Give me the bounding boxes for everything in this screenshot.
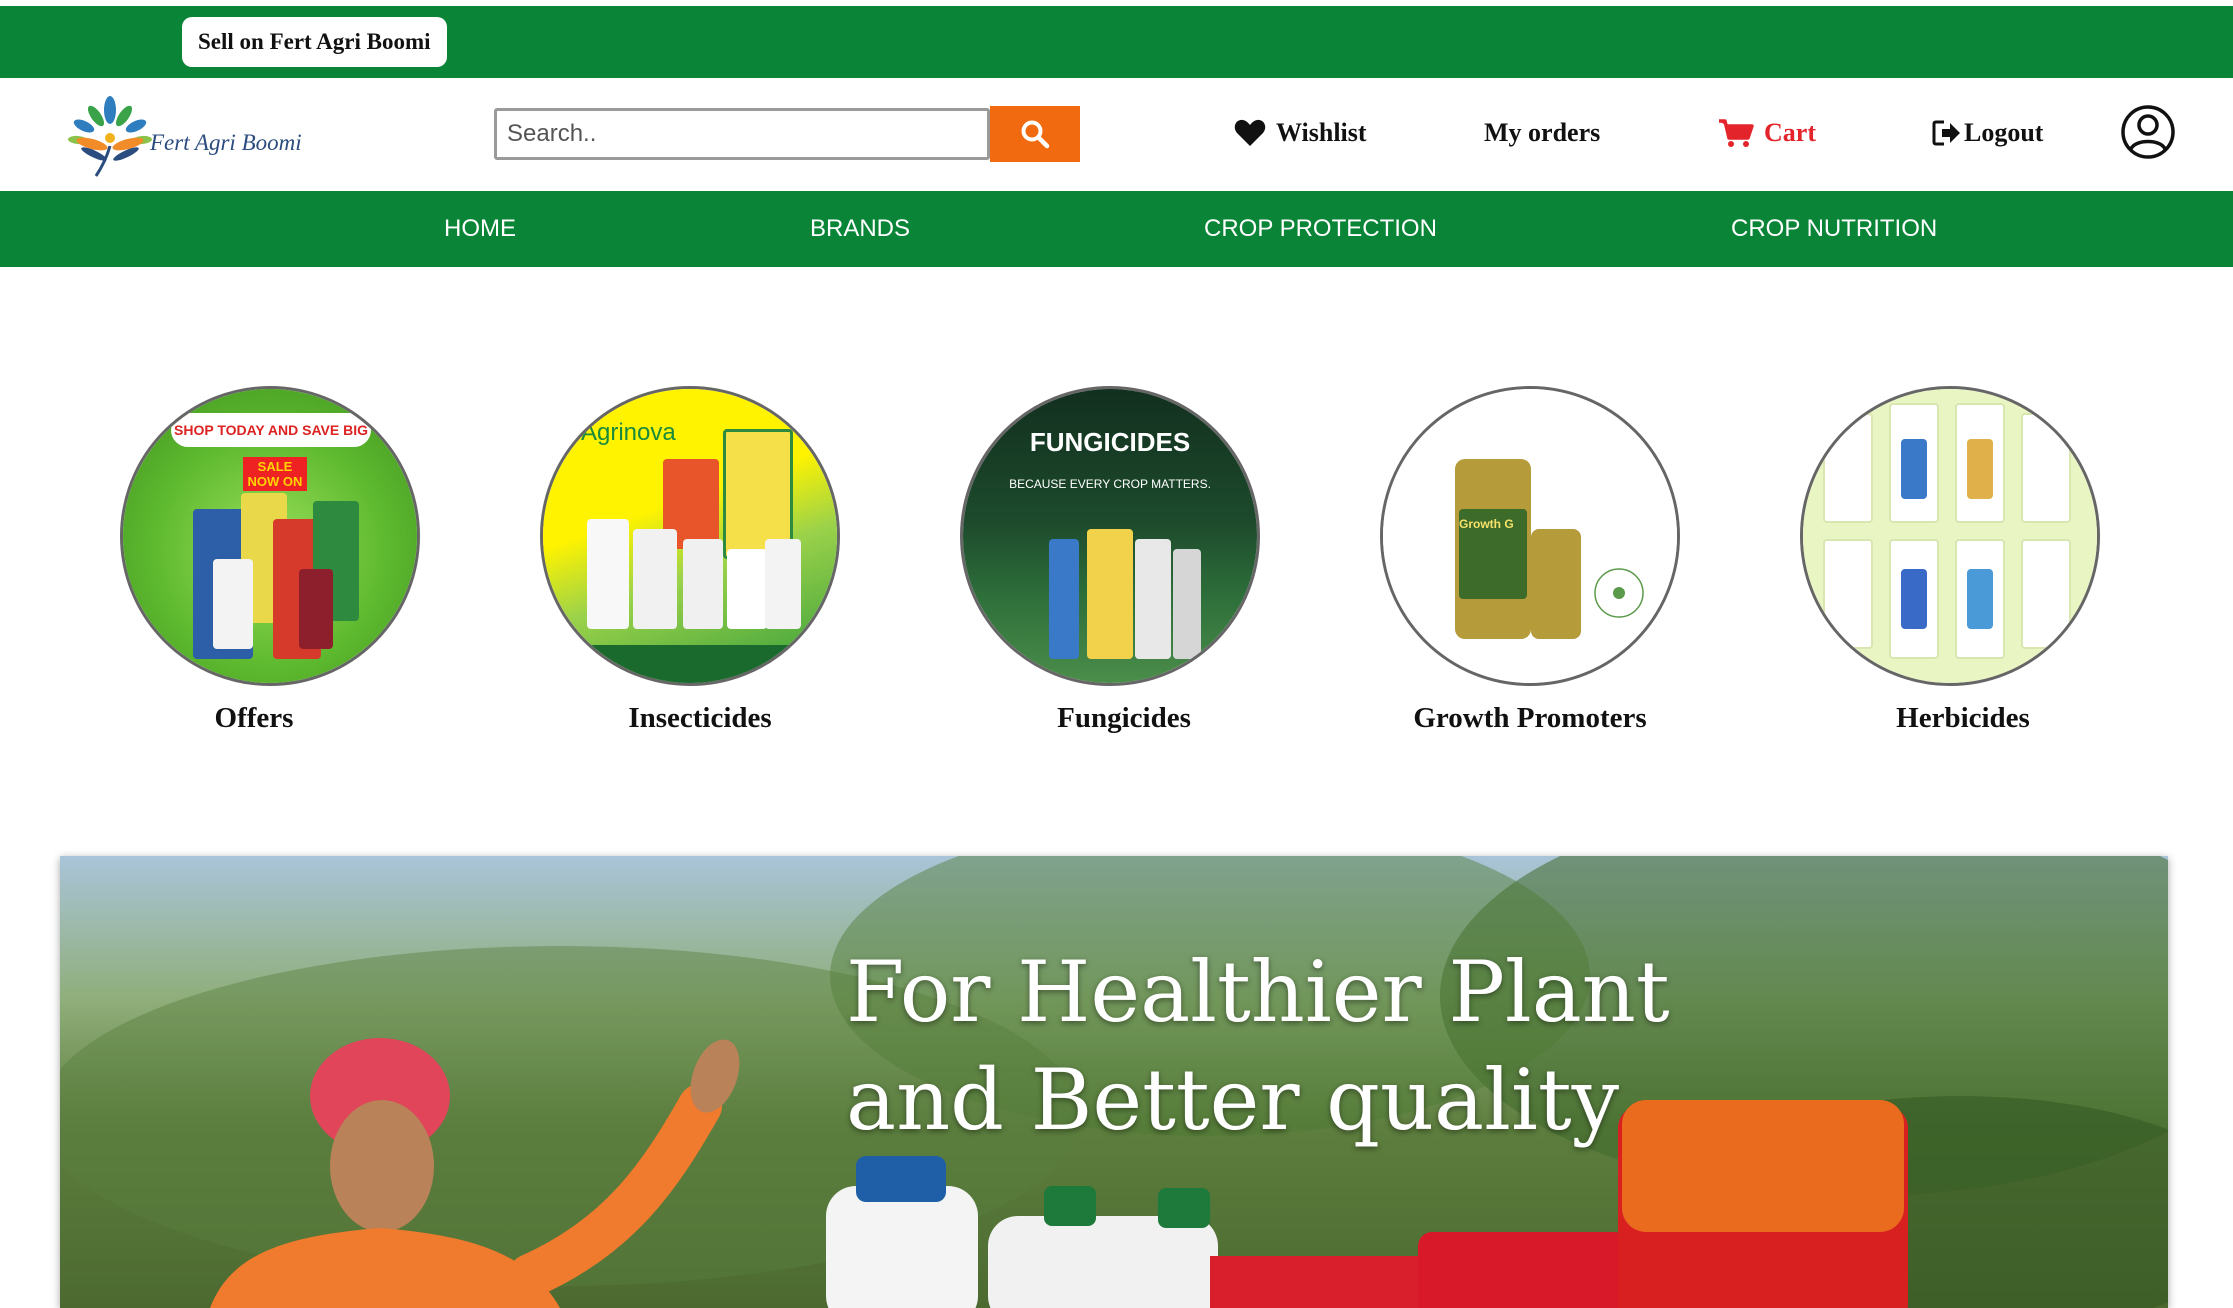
category-label: Offers xyxy=(214,702,294,734)
sale-tag: SALE NOW ON xyxy=(243,457,307,491)
leaf-logo-icon xyxy=(68,96,152,177)
search-bar xyxy=(494,106,1080,162)
site-logo[interactable]: Fert Agri Boomi xyxy=(64,92,354,180)
growth-product-text: Growth G xyxy=(1459,517,1514,531)
insecticides-brand-text: Agrinova xyxy=(581,419,676,446)
search-icon xyxy=(1021,120,1050,149)
fungicides-image: FUNGICIDES BECAUSE EVERY CROP MATTERS. xyxy=(960,386,1260,686)
sign-out-icon xyxy=(1932,120,1960,146)
site-header: Fert Agri Boomi Wishlist My orders xyxy=(0,78,2233,191)
fungicides-subheading: BECAUSE EVERY CROP MATTERS. xyxy=(1009,477,1211,491)
sell-on-platform-button[interactable]: Sell on Fert Agri Boomi xyxy=(182,17,447,67)
agronica-emblem-icon xyxy=(1594,568,1644,618)
category-herbicides[interactable]: Herbicides xyxy=(1800,386,2100,734)
seller-bar: Sell on Fert Agri Boomi xyxy=(0,6,2233,78)
nav-crop-nutrition[interactable]: CROP NUTRITION xyxy=(1731,191,1937,267)
hero-line-2: and Better quality xyxy=(846,1051,1620,1149)
cart-icon xyxy=(1719,119,1754,147)
category-insecticides[interactable]: Agrinova Insecticides xyxy=(540,386,840,734)
my-orders-link[interactable]: My orders xyxy=(1484,118,1600,148)
hero-line-1: For Healthier Plant xyxy=(846,943,1670,1041)
wishlist-link[interactable]: Wishlist xyxy=(1234,118,1367,148)
heart-icon xyxy=(1234,119,1266,146)
category-label: Insecticides xyxy=(628,702,772,734)
nav-crop-protection[interactable]: CROP PROTECTION xyxy=(1204,191,1437,267)
logout-label: Logout xyxy=(1964,118,2044,147)
hero-banner[interactable]: For Healthier Plant and Better quality xyxy=(60,856,2168,1308)
insecticides-image: Agrinova xyxy=(540,386,840,686)
nav-brands[interactable]: BRANDS xyxy=(810,191,910,267)
hero-headline: For Healthier Plant and Better quality xyxy=(846,938,1746,1154)
logout-link[interactable]: Logout xyxy=(1932,118,2043,148)
category-label: Herbicides xyxy=(1896,702,2030,734)
offers-image: SHOP TODAY AND SAVE BIG SALE NOW ON xyxy=(120,386,420,686)
user-circle-icon xyxy=(2121,105,2175,159)
category-fungicides[interactable]: FUNGICIDES BECAUSE EVERY CROP MATTERS. F… xyxy=(960,386,1260,734)
nav-home[interactable]: HOME xyxy=(444,191,516,267)
growth-promoters-image: Growth G xyxy=(1380,386,1680,686)
fungicides-heading: FUNGICIDES xyxy=(1029,427,1191,457)
search-input[interactable] xyxy=(494,108,990,160)
my-orders-label: My orders xyxy=(1484,118,1601,147)
herbicides-image xyxy=(1800,386,2100,686)
category-label: Fungicides xyxy=(1057,702,1191,734)
wishlist-label: Wishlist xyxy=(1276,118,1367,147)
cart-label: Cart xyxy=(1764,118,1816,147)
cart-link[interactable]: Cart xyxy=(1718,118,1816,148)
account-avatar[interactable] xyxy=(2120,104,2176,160)
search-button[interactable] xyxy=(990,106,1080,162)
main-nav: HOME BRANDS CROP PROTECTION CROP NUTRITI… xyxy=(0,191,2233,267)
category-offers[interactable]: SHOP TODAY AND SAVE BIG SALE NOW ON Offe… xyxy=(120,386,420,734)
offers-promo-text: SHOP TODAY AND SAVE BIG xyxy=(171,413,371,447)
category-label: Growth Promoters xyxy=(1413,702,1647,734)
category-growth-promoters[interactable]: Growth G Growth Promoters xyxy=(1380,386,1680,734)
logo-text: Fert Agri Boomi xyxy=(150,130,302,155)
